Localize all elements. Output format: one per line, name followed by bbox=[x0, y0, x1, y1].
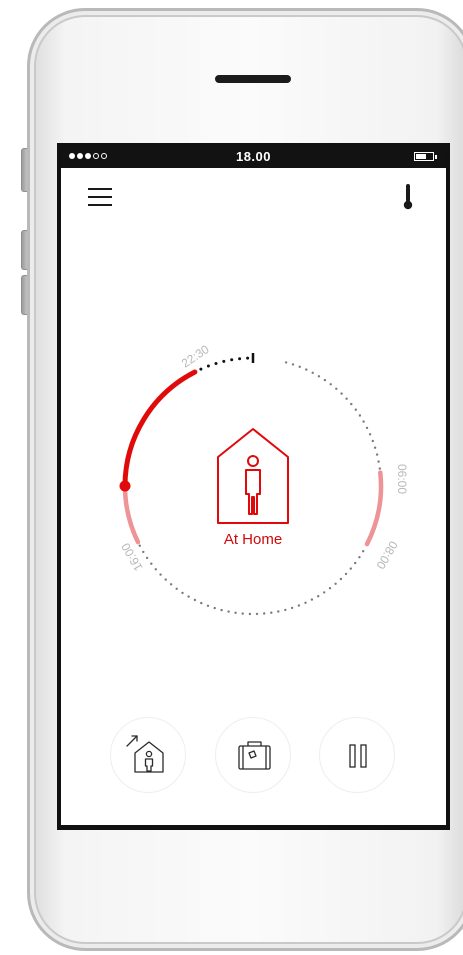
time-label-08-00: 08:00 bbox=[373, 539, 400, 572]
dial-dot bbox=[255, 612, 259, 616]
dial-dot bbox=[263, 612, 266, 615]
dial-dot bbox=[323, 378, 327, 382]
dial-dot bbox=[150, 562, 153, 565]
dial-dot bbox=[220, 608, 223, 612]
dial-dot bbox=[270, 611, 273, 614]
dial-dot bbox=[323, 591, 326, 594]
dial-dot bbox=[159, 573, 162, 576]
phone-mockup: 18.00 22:30 06:00 08:00 16:00 At Home bbox=[0, 0, 463, 955]
dial-dot bbox=[297, 604, 301, 607]
dial-dot bbox=[298, 365, 301, 368]
dial-dot bbox=[241, 612, 244, 615]
dial-dot bbox=[349, 567, 352, 570]
dial-dot-active bbox=[199, 367, 203, 371]
dial-dot bbox=[328, 587, 332, 590]
dial-dot bbox=[154, 568, 157, 571]
dial-dot bbox=[362, 550, 365, 553]
dial-dot bbox=[213, 606, 216, 610]
status-time: 18.00 bbox=[235, 149, 272, 164]
dial-dot bbox=[277, 610, 280, 613]
dial-dot-active bbox=[230, 358, 234, 362]
dial-dot bbox=[340, 392, 343, 395]
battery-icon bbox=[414, 152, 434, 161]
dial-dot bbox=[290, 606, 294, 610]
earpiece-speaker bbox=[215, 75, 291, 83]
dial-dot bbox=[344, 572, 348, 576]
dial-dot bbox=[377, 460, 380, 463]
dial-dot bbox=[368, 433, 372, 436]
dial-dot bbox=[311, 371, 314, 374]
dial-dot bbox=[234, 611, 237, 614]
away-mode-button[interactable] bbox=[215, 717, 291, 793]
dial-dot bbox=[317, 375, 321, 378]
dial-dot bbox=[373, 446, 377, 449]
dial-dot bbox=[142, 550, 145, 554]
dial-current-segment bbox=[199, 356, 250, 371]
time-label-06-00: 06:00 bbox=[395, 464, 409, 494]
dial-dot bbox=[334, 582, 337, 585]
dial-dot bbox=[329, 383, 332, 386]
dial-dot bbox=[354, 561, 357, 565]
dial-dot-active bbox=[214, 362, 218, 365]
dial-dot bbox=[378, 467, 381, 470]
schedule-arc-active bbox=[122, 369, 198, 489]
dial-dot-active bbox=[206, 364, 210, 368]
dial-dot bbox=[305, 368, 308, 371]
dial-dot bbox=[227, 610, 230, 613]
pause-button[interactable] bbox=[319, 717, 395, 793]
dial-dot bbox=[284, 608, 287, 612]
dial-dot bbox=[350, 402, 353, 406]
dial-dot bbox=[345, 397, 348, 400]
dial-dot bbox=[317, 595, 320, 598]
dial-dot bbox=[358, 414, 362, 417]
suitcase-icon bbox=[238, 741, 271, 770]
dial-dot bbox=[339, 577, 343, 581]
dial-dot bbox=[375, 453, 379, 456]
dial-dot bbox=[169, 583, 173, 586]
house-arrow-icon bbox=[126, 735, 164, 773]
dial-dot bbox=[145, 556, 149, 560]
dial-handle[interactable] bbox=[119, 480, 131, 492]
dial-dot bbox=[291, 363, 295, 366]
dial-dot bbox=[164, 578, 167, 581]
house-person-icon bbox=[217, 428, 289, 524]
dial-dot bbox=[310, 598, 314, 601]
home-mode-button[interactable] bbox=[110, 717, 186, 793]
status-bar: 18.00 bbox=[61, 146, 446, 168]
dial-dot bbox=[206, 604, 210, 607]
dial-dot bbox=[193, 598, 197, 602]
battery-fill bbox=[416, 154, 426, 159]
battery-tip bbox=[435, 155, 437, 159]
pause-icon bbox=[349, 744, 367, 768]
dial-dot bbox=[200, 601, 203, 605]
dial-dot bbox=[284, 361, 288, 364]
dial-dot bbox=[187, 595, 190, 598]
dial-dot bbox=[248, 612, 252, 616]
time-label-22-30: 22:30 bbox=[179, 342, 212, 371]
dial-dot bbox=[175, 587, 178, 590]
dial-dot-active bbox=[222, 359, 226, 363]
dial-dot bbox=[138, 544, 141, 547]
dial-dot bbox=[362, 420, 365, 423]
dial-dot bbox=[304, 601, 307, 604]
mode-label: At Home bbox=[224, 531, 282, 548]
dial-dot bbox=[354, 408, 357, 411]
dial-dot bbox=[181, 591, 184, 595]
time-label-16-00: 16:00 bbox=[118, 540, 145, 573]
dial-dot-active bbox=[238, 357, 242, 361]
dial-dot bbox=[365, 426, 369, 430]
dial-dot-active bbox=[246, 356, 250, 360]
schedule-arc-16-00 bbox=[122, 483, 141, 545]
dial-dot bbox=[358, 556, 361, 559]
dial-dotted-ring bbox=[132, 361, 383, 616]
schedule-arc-06-00-08-00 bbox=[364, 470, 384, 547]
dial-dot bbox=[335, 387, 338, 390]
dial-dot bbox=[371, 439, 374, 443]
